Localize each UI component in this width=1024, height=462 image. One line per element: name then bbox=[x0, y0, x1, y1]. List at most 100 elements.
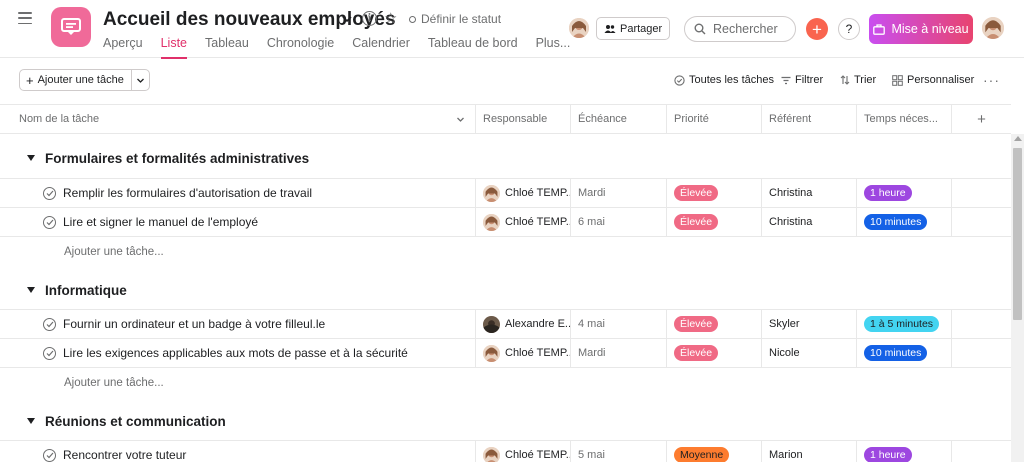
more-options-icon[interactable]: ··· bbox=[983, 72, 1000, 88]
priority-cell[interactable]: Moyenne bbox=[666, 441, 761, 462]
check-circle-icon[interactable] bbox=[43, 346, 56, 360]
tab-more[interactable]: Plus... bbox=[536, 36, 571, 58]
time-cell[interactable]: 1 à 5 minutes bbox=[856, 310, 951, 338]
assignee-cell[interactable]: Chloé TEMP... bbox=[475, 339, 570, 367]
referent-cell[interactable]: Christina bbox=[761, 208, 856, 236]
tab-dashboard[interactable]: Tableau de bord bbox=[428, 36, 518, 58]
add-task-row[interactable]: Ajouter une tâche... bbox=[0, 236, 1011, 266]
scroll-up-arrow-icon[interactable] bbox=[1013, 136, 1022, 141]
table-row[interactable]: Rencontrer votre tuteur Chloé TEMP... 5 … bbox=[0, 440, 1011, 462]
upgrade-button[interactable]: Mise à niveau bbox=[869, 14, 973, 44]
tab-board[interactable]: Tableau bbox=[205, 36, 249, 58]
caret-down-icon[interactable] bbox=[27, 287, 35, 293]
referent-cell[interactable]: Nicole bbox=[761, 339, 856, 367]
user-avatar[interactable] bbox=[982, 17, 1004, 39]
section-title: Informatique bbox=[45, 282, 127, 298]
info-icon[interactable]: i bbox=[362, 11, 377, 26]
tab-overview[interactable]: Aperçu bbox=[103, 36, 143, 58]
task-name-cell[interactable]: Lire et signer le manuel de l'employé bbox=[0, 208, 475, 236]
customize-button[interactable]: Personnaliser bbox=[892, 74, 974, 86]
assignee-name: Chloé TEMP... bbox=[505, 216, 570, 228]
table-row[interactable]: Lire les exigences applicables aux mots … bbox=[0, 338, 1011, 367]
avatar bbox=[483, 184, 500, 202]
table-row[interactable]: Remplir les formulaires d'autorisation d… bbox=[0, 178, 1011, 207]
col-priority[interactable]: Priorité bbox=[666, 105, 761, 134]
priority-cell[interactable]: Élevée bbox=[666, 208, 761, 236]
due-date-cell[interactable]: 5 mai bbox=[570, 441, 666, 462]
assignee-cell[interactable]: Alexandre E... bbox=[475, 310, 570, 338]
task-name-cell[interactable]: Lire les exigences applicables aux mots … bbox=[0, 339, 475, 367]
tab-list[interactable]: Liste bbox=[160, 36, 188, 59]
time-cell[interactable]: 10 minutes bbox=[856, 208, 951, 236]
add-column-icon[interactable]: + bbox=[951, 105, 1011, 134]
tab-timeline[interactable]: Chronologie bbox=[267, 36, 334, 58]
check-circle-icon[interactable] bbox=[43, 215, 56, 229]
col-task-name-label: Nom de la tâche bbox=[19, 113, 100, 125]
star-icon[interactable]: ☆ bbox=[384, 9, 397, 27]
tab-calendar[interactable]: Calendrier bbox=[352, 36, 410, 58]
check-circle-icon[interactable] bbox=[43, 317, 56, 331]
chevron-down-icon[interactable] bbox=[456, 115, 465, 124]
avatar bbox=[483, 315, 500, 333]
task-name-cell[interactable]: Fournir un ordinateur et un badge à votr… bbox=[0, 310, 475, 338]
col-due-date[interactable]: Échéance bbox=[570, 105, 666, 134]
time-cell[interactable]: 1 heure bbox=[856, 441, 951, 462]
hamburger-icon[interactable] bbox=[18, 12, 32, 24]
col-time-needed[interactable]: Temps néces... bbox=[856, 105, 951, 134]
check-circle-icon[interactable] bbox=[43, 186, 56, 200]
table-row[interactable]: Fournir un ordinateur et un badge à votr… bbox=[0, 309, 1011, 338]
due-date-cell[interactable]: Mardi bbox=[570, 179, 666, 207]
referent-cell[interactable]: Christina bbox=[761, 179, 856, 207]
col-assignee[interactable]: Responsable bbox=[475, 105, 570, 134]
referent-cell[interactable]: Skyler bbox=[761, 310, 856, 338]
caret-down-icon[interactable] bbox=[27, 155, 35, 161]
caret-down-icon[interactable] bbox=[27, 418, 35, 424]
add-task-dropdown[interactable] bbox=[132, 70, 149, 90]
priority-badge: Élevée bbox=[674, 185, 719, 201]
col-task-name[interactable]: Nom de la tâche bbox=[0, 105, 475, 134]
all-tasks-label: Toutes les tâches bbox=[689, 74, 774, 86]
filter-icon bbox=[781, 76, 791, 84]
due-date-cell[interactable]: Mardi bbox=[570, 339, 666, 367]
scrollbar-thumb[interactable] bbox=[1013, 148, 1022, 320]
section-header[interactable]: Réunions et communication bbox=[0, 401, 1011, 441]
add-task-row[interactable]: Ajouter une tâche... bbox=[0, 367, 1011, 397]
search-input[interactable]: Rechercher bbox=[684, 16, 796, 42]
add-task-button[interactable]: + Ajouter une tâche bbox=[19, 69, 150, 91]
section-header[interactable]: Formulaires et formalités administrative… bbox=[0, 138, 1011, 178]
help-icon[interactable]: ? bbox=[838, 18, 860, 40]
priority-cell[interactable]: Élevée bbox=[666, 339, 761, 367]
section-header[interactable]: Informatique bbox=[0, 270, 1011, 310]
assignee-cell[interactable]: Chloé TEMP... bbox=[475, 441, 570, 462]
create-plus-icon[interactable]: + bbox=[806, 18, 828, 40]
filter-button[interactable]: Filtrer bbox=[781, 74, 823, 86]
add-task-main[interactable]: + Ajouter une tâche bbox=[20, 70, 132, 90]
project-header: Accueil des nouveaux employés i ☆ Défini… bbox=[0, 0, 1024, 59]
table-row[interactable]: Lire et signer le manuel de l'employé Ch… bbox=[0, 207, 1011, 236]
time-cell[interactable]: 1 heure bbox=[856, 179, 951, 207]
task-name-cell[interactable]: Remplir les formulaires d'autorisation d… bbox=[0, 179, 475, 207]
set-status-button[interactable]: Définir le statut bbox=[409, 12, 501, 26]
check-circle-icon[interactable] bbox=[43, 448, 56, 462]
sort-button[interactable]: Trier bbox=[840, 74, 876, 86]
assignee-cell[interactable]: Chloé TEMP... bbox=[475, 208, 570, 236]
empty-cell bbox=[951, 310, 1011, 338]
referent-cell[interactable]: Marion bbox=[761, 441, 856, 462]
share-button[interactable]: Partager bbox=[596, 17, 671, 40]
add-task-label: Ajouter une tâche bbox=[37, 74, 124, 86]
assignee-name: Alexandre E... bbox=[505, 318, 570, 330]
due-date-cell[interactable]: 6 mai bbox=[570, 208, 666, 236]
avatar bbox=[483, 446, 500, 462]
time-badge: 1 heure bbox=[864, 185, 912, 201]
priority-cell[interactable]: Élevée bbox=[666, 310, 761, 338]
time-cell[interactable]: 10 minutes bbox=[856, 339, 951, 367]
task-name-cell[interactable]: Rencontrer votre tuteur bbox=[0, 441, 475, 462]
all-tasks-filter[interactable]: Toutes les tâches bbox=[674, 74, 774, 86]
assignee-cell[interactable]: Chloé TEMP... bbox=[475, 179, 570, 207]
due-date-cell[interactable]: 4 mai bbox=[570, 310, 666, 338]
project-message-icon bbox=[51, 7, 91, 47]
member-avatar[interactable] bbox=[569, 18, 589, 38]
chevron-down-icon[interactable] bbox=[341, 13, 353, 25]
col-referent[interactable]: Référent bbox=[761, 105, 856, 134]
priority-cell[interactable]: Élevée bbox=[666, 179, 761, 207]
